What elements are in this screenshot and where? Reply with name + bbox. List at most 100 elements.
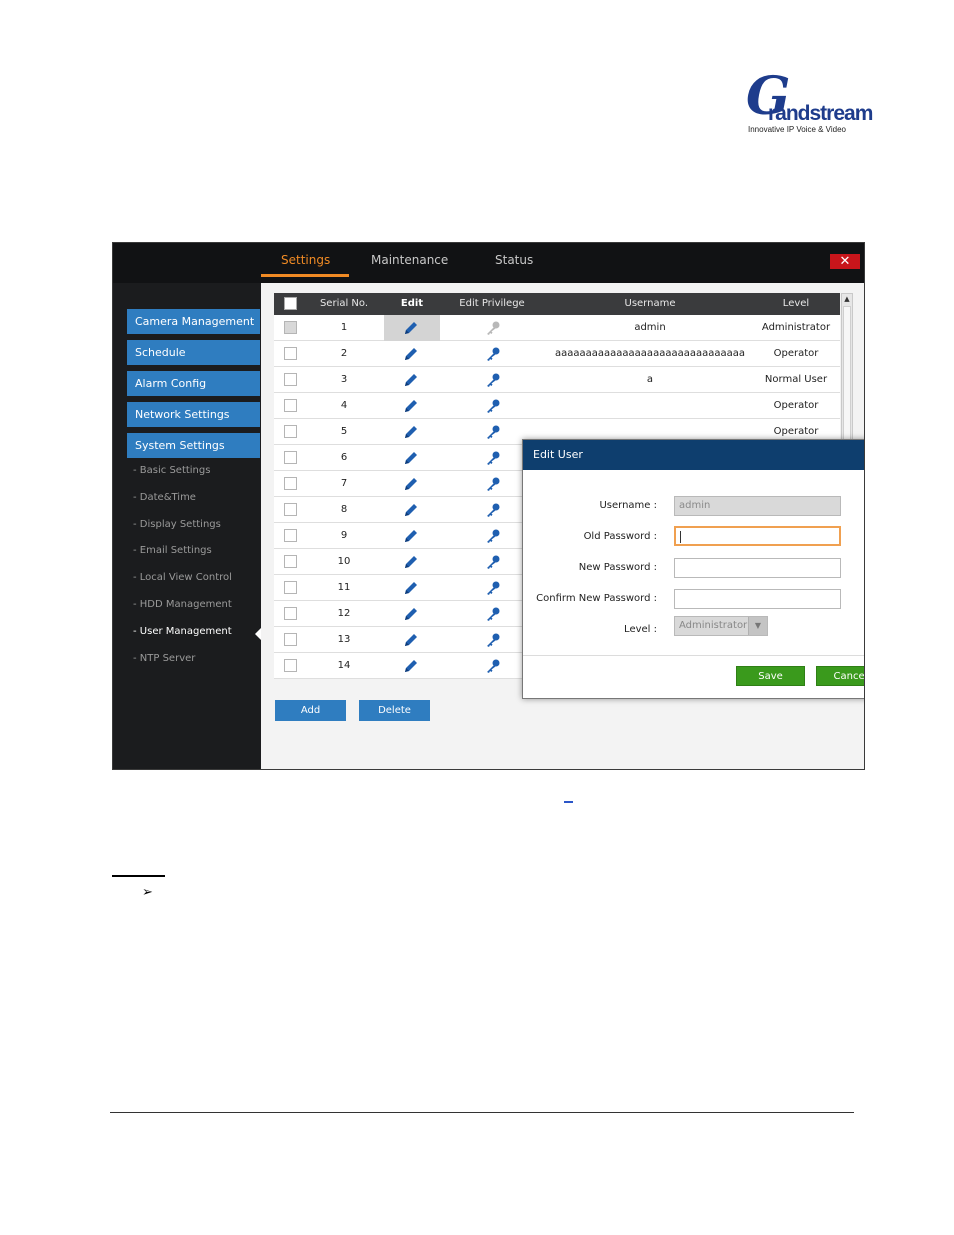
row-serial: 13 <box>337 634 351 645</box>
footer-rule <box>110 1112 854 1113</box>
row-username: a <box>646 374 654 385</box>
key-icon[interactable] <box>484 501 502 519</box>
sidebar-sub-ntp-server[interactable]: - NTP Server <box>133 653 195 664</box>
row-serial: 5 <box>340 426 348 437</box>
key-icon[interactable] <box>484 631 502 649</box>
row-checkbox[interactable] <box>284 347 297 360</box>
new-password-label: New Password : <box>578 562 657 573</box>
key-icon[interactable] <box>484 423 502 441</box>
bullet-arrow-icon: ➢ <box>142 885 153 900</box>
edit-pencil-icon[interactable] <box>402 423 420 441</box>
sidebar-item-camera-management[interactable]: Camera Management <box>127 309 260 334</box>
row-level: Normal User <box>764 374 828 385</box>
row-checkbox[interactable] <box>284 555 297 568</box>
sidebar-sub-display-settings[interactable]: - Display Settings <box>133 519 221 530</box>
row-serial: 11 <box>337 582 351 593</box>
close-icon[interactable]: ✕ <box>830 254 860 269</box>
row-checkbox[interactable] <box>284 451 297 464</box>
logo-word: randstream <box>768 102 873 125</box>
sidebar-item-system-settings[interactable]: System Settings <box>127 433 260 458</box>
top-nav: Settings Maintenance Status ✕ <box>113 243 864 283</box>
edit-pencil-icon[interactable] <box>402 501 420 519</box>
edit-pencil-icon[interactable] <box>402 553 420 571</box>
row-username <box>550 393 750 419</box>
edit-pencil-icon[interactable] <box>402 449 420 467</box>
sidebar-sub-local-view-control[interactable]: - Local View Control <box>133 572 232 583</box>
row-checkbox[interactable] <box>284 503 297 516</box>
sidebar-sub-basic-settings[interactable]: - Basic Settings <box>133 465 210 476</box>
key-icon[interactable] <box>484 397 502 415</box>
key-icon[interactable] <box>484 579 502 597</box>
row-checkbox[interactable] <box>284 399 297 412</box>
key-icon[interactable] <box>484 657 502 675</box>
edit-pencil-icon[interactable] <box>402 319 420 337</box>
row-checkbox[interactable] <box>284 425 297 438</box>
row-checkbox[interactable] <box>284 529 297 542</box>
new-password-field[interactable] <box>674 558 841 578</box>
add-user-button[interactable]: Add <box>275 700 346 721</box>
edit-pencil-icon[interactable] <box>402 345 420 363</box>
table-row: 1 admin Administrator <box>274 315 840 341</box>
old-password-field[interactable] <box>674 526 841 546</box>
cancel-button[interactable]: Cancel <box>816 666 864 686</box>
key-icon[interactable] <box>484 553 502 571</box>
row-serial: 12 <box>337 608 351 619</box>
row-level: Operator <box>773 400 819 411</box>
select-all-checkbox[interactable] <box>284 297 297 310</box>
edit-pencil-icon[interactable] <box>402 605 420 623</box>
tab-maintenance[interactable]: Maintenance <box>371 253 448 267</box>
row-checkbox[interactable] <box>284 633 297 646</box>
edit-pencil-icon[interactable] <box>402 475 420 493</box>
key-icon[interactable] <box>484 449 502 467</box>
grandstream-logo: G randstream Innovative IP Voice & Video <box>742 66 873 136</box>
confirm-password-label: Confirm New Password : <box>536 593 657 604</box>
notes-underline <box>112 875 165 877</box>
dialog-divider <box>523 655 864 656</box>
tab-status[interactable]: Status <box>495 253 533 267</box>
row-checkbox[interactable] <box>284 373 297 386</box>
key-icon[interactable] <box>484 475 502 493</box>
edit-pencil-icon[interactable] <box>402 397 420 415</box>
table-row: 3 a Normal User <box>274 367 840 393</box>
row-username: admin <box>634 322 666 333</box>
row-checkbox[interactable] <box>284 607 297 620</box>
key-icon[interactable] <box>484 345 502 363</box>
row-serial: 2 <box>340 348 348 359</box>
row-serial: 10 <box>337 556 351 567</box>
scroll-up-icon[interactable]: ▲ <box>842 294 852 304</box>
sidebar-sub-user-management[interactable]: - User Management <box>133 626 232 637</box>
col-privilege: Edit Privilege <box>459 298 525 309</box>
sidebar-sub-hdd-management[interactable]: - HDD Management <box>133 599 232 610</box>
sidebar-sub-date-time[interactable]: - Date&Time <box>133 492 196 503</box>
row-serial: 7 <box>340 478 348 489</box>
edit-pencil-icon[interactable] <box>402 631 420 649</box>
col-username: Username <box>624 298 676 309</box>
sidebar-item-alarm-config[interactable]: Alarm Config <box>127 371 260 396</box>
key-icon[interactable] <box>484 371 502 389</box>
dialog-header: Edit User ✕ <box>523 440 864 470</box>
delete-user-button[interactable]: Delete <box>359 700 430 721</box>
col-serial: Serial No. <box>319 298 369 309</box>
confirm-password-field[interactable] <box>674 589 841 609</box>
row-serial: 4 <box>340 400 348 411</box>
key-icon[interactable] <box>484 527 502 545</box>
text-caret <box>680 531 681 543</box>
sidebar-item-network-settings[interactable]: Network Settings <box>127 402 260 427</box>
row-checkbox[interactable] <box>284 659 297 672</box>
sidebar-sub-email-settings[interactable]: - Email Settings <box>133 545 212 556</box>
edit-pencil-icon[interactable] <box>402 527 420 545</box>
edit-pencil-icon[interactable] <box>402 657 420 675</box>
row-serial: 3 <box>340 374 348 385</box>
save-button[interactable]: Save <box>736 666 805 686</box>
row-level: Administrator <box>761 322 831 333</box>
row-level: Operator <box>773 348 819 359</box>
level-value: Administrator <box>679 620 748 631</box>
username-field: admin <box>674 496 841 516</box>
row-checkbox[interactable] <box>284 477 297 490</box>
tab-settings[interactable]: Settings <box>281 253 330 267</box>
edit-pencil-icon[interactable] <box>402 371 420 389</box>
sidebar-item-schedule[interactable]: Schedule <box>127 340 260 365</box>
edit-pencil-icon[interactable] <box>402 579 420 597</box>
row-checkbox[interactable] <box>284 581 297 594</box>
key-icon[interactable] <box>484 605 502 623</box>
